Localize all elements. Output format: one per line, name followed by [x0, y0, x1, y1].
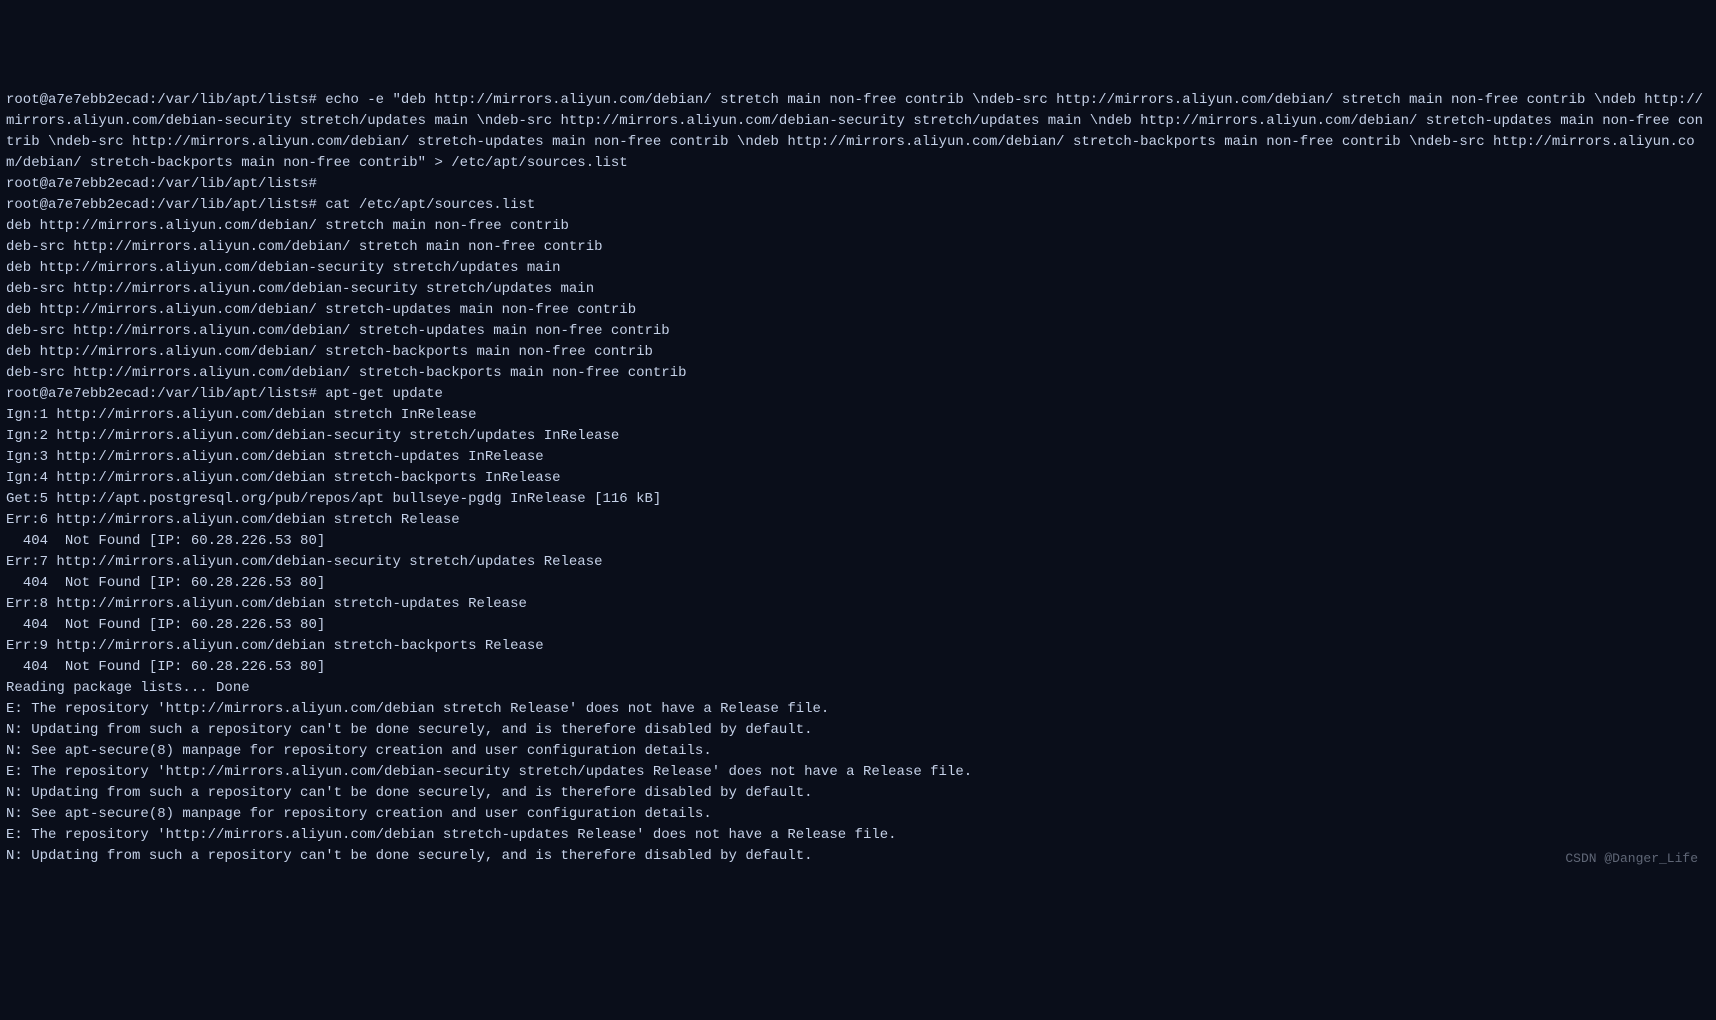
terminal-line: root@a7e7ebb2ecad:/var/lib/apt/lists#: [6, 174, 1710, 195]
terminal-line: deb-src http://mirrors.aliyun.com/debian…: [6, 279, 1710, 300]
terminal-line: Reading package lists... Done: [6, 678, 1710, 699]
terminal-line: deb http://mirrors.aliyun.com/debian-sec…: [6, 258, 1710, 279]
terminal-line: deb http://mirrors.aliyun.com/debian/ st…: [6, 216, 1710, 237]
terminal-line: Err:9 http://mirrors.aliyun.com/debian s…: [6, 636, 1710, 657]
watermark: CSDN @Danger_Life: [1565, 849, 1698, 869]
terminal-line: N: Updating from such a repository can't…: [6, 783, 1710, 804]
terminal-line: deb-src http://mirrors.aliyun.com/debian…: [6, 237, 1710, 258]
terminal-line: N: See apt-secure(8) manpage for reposit…: [6, 804, 1710, 825]
terminal-line: E: The repository 'http://mirrors.aliyun…: [6, 825, 1710, 846]
terminal-line: 404 Not Found [IP: 60.28.226.53 80]: [6, 573, 1710, 594]
terminal-line: root@a7e7ebb2ecad:/var/lib/apt/lists# ap…: [6, 384, 1710, 405]
terminal-line: N: See apt-secure(8) manpage for reposit…: [6, 741, 1710, 762]
terminal-line: deb-src http://mirrors.aliyun.com/debian…: [6, 321, 1710, 342]
terminal-output[interactable]: root@a7e7ebb2ecad:/var/lib/apt/lists# ec…: [6, 90, 1710, 867]
terminal-line: root@a7e7ebb2ecad:/var/lib/apt/lists# ca…: [6, 195, 1710, 216]
terminal-line: 404 Not Found [IP: 60.28.226.53 80]: [6, 615, 1710, 636]
terminal-line: Err:6 http://mirrors.aliyun.com/debian s…: [6, 510, 1710, 531]
terminal-line: deb http://mirrors.aliyun.com/debian/ st…: [6, 342, 1710, 363]
terminal-line: 404 Not Found [IP: 60.28.226.53 80]: [6, 531, 1710, 552]
terminal-line: Err:8 http://mirrors.aliyun.com/debian s…: [6, 594, 1710, 615]
terminal-line: Ign:3 http://mirrors.aliyun.com/debian s…: [6, 447, 1710, 468]
terminal-line: N: Updating from such a repository can't…: [6, 846, 1710, 867]
terminal-line: deb-src http://mirrors.aliyun.com/debian…: [6, 363, 1710, 384]
terminal-line: Ign:1 http://mirrors.aliyun.com/debian s…: [6, 405, 1710, 426]
terminal-line: 404 Not Found [IP: 60.28.226.53 80]: [6, 657, 1710, 678]
terminal-line: E: The repository 'http://mirrors.aliyun…: [6, 762, 1710, 783]
terminal-line: deb http://mirrors.aliyun.com/debian/ st…: [6, 300, 1710, 321]
terminal-line: Ign:2 http://mirrors.aliyun.com/debian-s…: [6, 426, 1710, 447]
terminal-line: N: Updating from such a repository can't…: [6, 720, 1710, 741]
terminal-line: E: The repository 'http://mirrors.aliyun…: [6, 699, 1710, 720]
terminal-line: root@a7e7ebb2ecad:/var/lib/apt/lists# ec…: [6, 90, 1710, 174]
terminal-line: Ign:4 http://mirrors.aliyun.com/debian s…: [6, 468, 1710, 489]
terminal-line: Err:7 http://mirrors.aliyun.com/debian-s…: [6, 552, 1710, 573]
terminal-line: Get:5 http://apt.postgresql.org/pub/repo…: [6, 489, 1710, 510]
